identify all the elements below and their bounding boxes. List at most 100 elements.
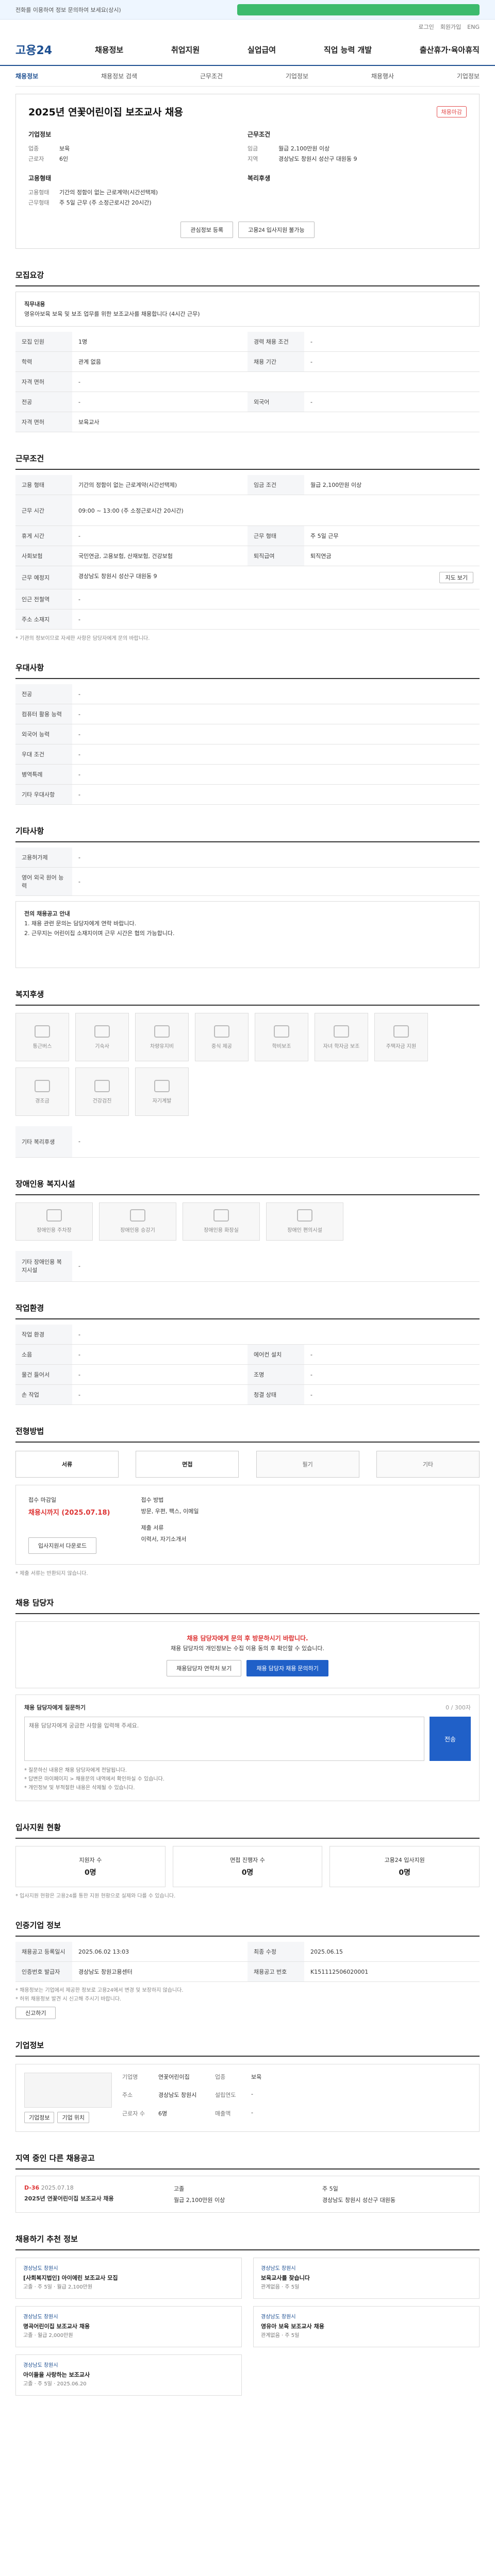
subnav-company-2[interactable]: 기업정보 (457, 72, 480, 80)
benefits-heading: 복리후생 (248, 175, 271, 182)
apply-button[interactable]: 고용24 입사지원 불가능 (238, 222, 315, 238)
top-notice-text: 전화를 이용하여 정보 문의하여 보세요(상시) (15, 7, 121, 13)
rec-card[interactable]: 경상남도 창원시 명곡어린이집 보조교사 채용 고졸 · 월급 2,000만원 (15, 2306, 242, 2347)
welfare-section: 복지후생 통근버스 기숙사 차량유지비 중식 제공 학비보조 자녀 학자금 보조… (15, 989, 480, 1158)
stats-section: 입사지원 현황 지원자 수 0명 면접 진행자 수 0명 고용24 입사지원 0명 *… (15, 1822, 480, 1899)
signup-link[interactable]: 회원가입 (440, 23, 461, 31)
recs-section: 채용하기 추천 정보 경상남도 창원시 [사회복지법인] 아이에린 보조교사 모집… (15, 2233, 480, 2396)
info-value: - (251, 2109, 253, 2116)
growth-icon (154, 1079, 170, 1092)
map-button[interactable]: 지도 보기 (439, 572, 473, 583)
question-label: 채용 담당자에게 질문하기 (24, 1704, 86, 1711)
section-title: 장애인용 복지시설 (15, 1178, 480, 1195)
row-value: - (72, 704, 480, 724)
rec-meta: 고졸 · 주 5일 · 월급 2,100만원 (23, 2284, 93, 2290)
rec-meta: 고졸 · 월급 2,000만원 (23, 2333, 73, 2338)
facility-label: 장애인용 주차장 (37, 1228, 72, 1233)
rec-card[interactable]: 경상남도 창원시 보육교사를 찾습니다 관계없음 · 주 5일 (253, 2258, 480, 2299)
row-key: 채용공고 등록일시 (15, 1942, 72, 1962)
contact-warning: 채용 담당자에게 문의 후 방문하시기 바랍니다. (187, 1635, 308, 1642)
facility-item: 장애인용 화장실 (183, 1202, 260, 1241)
section-title: 모집요강 (15, 269, 480, 286)
deadline-label: 접수 마감일 (28, 1497, 57, 1503)
restroom-icon (213, 1209, 229, 1222)
etc-info-box: 전의 채용공고 안내 1. 채용 관련 문의는 담당자에게 연락 바랍니다. 2… (15, 901, 480, 968)
job-description-box: 직무내용 영유아보육 보육 및 보조 업무를 위한 보조교사를 채용합니다 (4… (15, 292, 480, 327)
promo-banner[interactable] (237, 4, 480, 15)
stat-value: 0명 (399, 1869, 410, 1877)
welfare-item: 자녀 학자금 보조 (315, 1013, 368, 1061)
row-value: 09:00 ~ 13:00 (주 소정근로시간 20시간) (72, 495, 480, 526)
row-value: 보육교사 (72, 412, 480, 432)
welfare-item: 기숙사 (75, 1013, 129, 1061)
row-key: 병역특례 (15, 764, 72, 785)
nav-training[interactable]: 직업 능력 개발 (324, 44, 372, 55)
welfare-label: 주택자금 지원 (386, 1043, 417, 1049)
view-contact-button[interactable]: 채용담당자 연락처 보기 (167, 1660, 242, 1676)
language-link[interactable]: ENG (467, 24, 480, 30)
row-key: 조명 (248, 1364, 304, 1385)
compare-date: 2025.07.18 (41, 2184, 74, 2191)
table-row: 고용허가제 - (15, 848, 480, 868)
subnav-jobs[interactable]: 채용정보 (15, 72, 38, 80)
table-row: 소음 - 에어컨 설치 - (15, 1344, 480, 1365)
subnav-events[interactable]: 채용행사 (371, 72, 394, 80)
section-title: 인증기업 정보 (15, 1920, 480, 1937)
send-question-button[interactable]: 전송 (430, 1717, 471, 1761)
download-form-button[interactable]: 입사지원서 다운로드 (28, 1537, 97, 1554)
nav-unemployment[interactable]: 실업급여 (248, 44, 276, 55)
compare-card[interactable]: D-36 2025.07.18 2025년 연꽃어린이집 보조교사 채용 고졸 … (15, 2176, 480, 2213)
rec-card[interactable]: 경상남도 창원시 [사회복지법인] 아이에린 보조교사 모집 고졸 · 주 5일 ·… (15, 2258, 242, 2299)
row-value: 주 5일 근무 (304, 526, 480, 546)
table-row: 우대 조건 - (15, 744, 480, 765)
section-title: 근무조건 (15, 453, 480, 470)
rec-title: [사회복지법인] 아이에린 보조교사 모집 (23, 2275, 118, 2281)
nav-support[interactable]: 취업지원 (171, 44, 200, 55)
conditions-heading: 근무조건 (248, 131, 271, 138)
table-row: 인근 전철역 - (15, 589, 480, 609)
welfare-other-table: 기타 복리후생 - (15, 1126, 480, 1158)
stats-row: 지원자 수 0명 면접 진행자 수 0명 고용24 입사지원 0명 (15, 1846, 480, 1887)
row-key: 휴게 시간 (15, 526, 72, 546)
subnav-company[interactable]: 기업정보 (286, 72, 308, 80)
scrap-button[interactable]: 관심정보 등록 (180, 222, 234, 238)
nav-jobs[interactable]: 채용정보 (95, 44, 123, 55)
facility-item: 장애인용 승강기 (99, 1202, 176, 1241)
info-key: 업종 (215, 2074, 226, 2080)
company-heading: 기업정보 (28, 131, 52, 138)
site-logo[interactable]: 고용24 (15, 41, 72, 58)
company-info-button[interactable]: 기업정보 (24, 2112, 55, 2123)
row-value: 관계 없음 (72, 351, 248, 372)
table-row: 컴퓨터 활용 능력 - (15, 704, 480, 724)
compare-item: 경상남도 창원시 성산구 대원동 (322, 2197, 396, 2204)
sub-nav: 채용정보 채용정보 검색 근무조건 기업정보 채용행사 기업정보 (0, 66, 495, 87)
subnav-conditions[interactable]: 근무조건 (200, 72, 223, 80)
row-value: - (304, 392, 480, 412)
row-value: - (72, 867, 480, 896)
table-row: 근무 시간 09:00 ~ 13:00 (주 소정근로시간 20시간) (15, 495, 480, 526)
step-written: 필기 (256, 1451, 359, 1478)
nav-leave[interactable]: 출산휴가·육아휴직 (420, 44, 480, 55)
row-key: 주소 소재지 (15, 609, 72, 630)
ask-recruiter-button[interactable]: 채용 담당자 채용 문의하기 (246, 1660, 328, 1676)
subnav-search[interactable]: 채용정보 검색 (101, 72, 137, 80)
company-location-button[interactable]: 기업 위치 (57, 2112, 90, 2123)
doc-label: 제출 서류 (141, 1524, 164, 1531)
section-title: 우대사항 (15, 662, 480, 679)
table-row: 자격 면허 보육교사 (15, 412, 480, 432)
rec-card[interactable]: 경상남도 창원시 영유아 보육 보조교사 채용 관계없음 · 주 5일 (253, 2306, 480, 2347)
section-title: 입사지원 현황 (15, 1822, 480, 1839)
row-value: - (304, 1344, 480, 1365)
report-button[interactable]: 신고하기 (15, 2007, 56, 2019)
rec-card[interactable]: 경상남도 창원시 아이들을 사랑하는 보조교사 고졸 · 주 5일 · 2025.0… (15, 2354, 242, 2396)
login-link[interactable]: 로그인 (418, 23, 434, 31)
row-value: - (72, 1325, 480, 1345)
row-key: 최종 수정 (248, 1942, 304, 1962)
question-input[interactable] (24, 1717, 424, 1761)
info-key: 근로자 수 (122, 2110, 145, 2117)
kv-key: 근로자 (28, 156, 44, 162)
row-value: - (72, 371, 480, 392)
section-title: 채용 담당자 (15, 1597, 480, 1614)
rec-meta: 고졸 · 주 5일 · 2025.06.20 (23, 2381, 87, 2387)
process-steps: 서류 면접 필기 기타 (15, 1451, 480, 1478)
